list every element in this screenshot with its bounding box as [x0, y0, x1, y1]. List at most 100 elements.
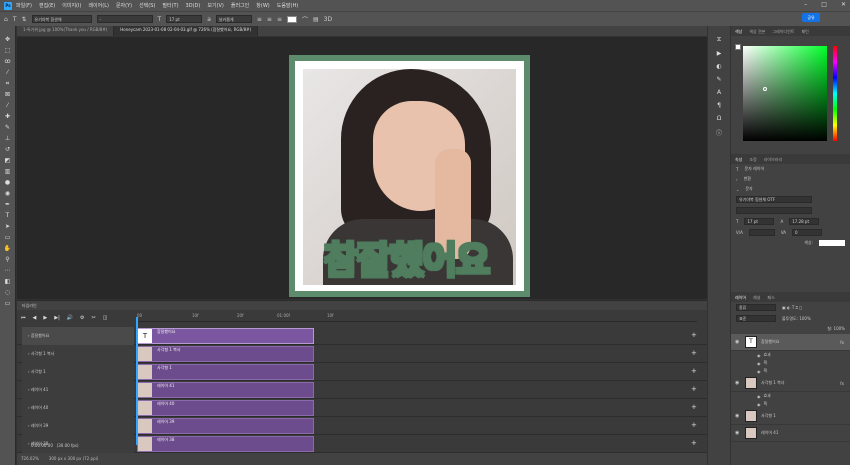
align-right-icon[interactable]: ≡: [277, 16, 282, 23]
blur-tool-icon[interactable]: ●: [3, 179, 12, 187]
align-left-icon[interactable]: ≡: [257, 16, 262, 23]
text-color-swatch[interactable]: [286, 15, 297, 23]
visibility-eye-icon[interactable]: ◉: [757, 394, 761, 399]
shape-tool-icon[interactable]: ▭: [3, 234, 12, 242]
track-label[interactable]: › 레이어 40: [22, 399, 134, 417]
play-actions-icon[interactable]: ▶: [717, 50, 722, 57]
info-icon[interactable]: ⓘ: [716, 128, 722, 137]
settings-icon[interactable]: ⚙: [80, 315, 84, 321]
visibility-eye-icon[interactable]: ◉: [757, 353, 761, 358]
eyedropper-icon[interactable]: ⁄: [3, 102, 12, 110]
menu-item-9[interactable]: 플러그인: [231, 2, 249, 9]
prop-font-style-select[interactable]: [736, 207, 812, 214]
effect-row[interactable]: ◉ 획: [731, 367, 850, 375]
color-field[interactable]: [743, 46, 827, 141]
menu-item-7[interactable]: 3D(D): [186, 3, 201, 9]
fx-icon[interactable]: fx: [840, 381, 844, 386]
track-label[interactable]: › 사각형 1: [22, 363, 134, 381]
history-brush-icon[interactable]: ↺: [3, 146, 12, 154]
type-tool-icon[interactable]: T: [13, 16, 17, 23]
color-swatches-icon[interactable]: ◧: [3, 278, 12, 286]
adjust-icon[interactable]: ◐: [716, 63, 721, 70]
character-section[interactable]: 문자: [745, 186, 752, 192]
fill-field[interactable]: 칠: 100%: [827, 326, 845, 332]
pen-tool-icon[interactable]: ✒: [3, 201, 12, 209]
prop-color-swatch[interactable]: [819, 240, 845, 246]
timeline-track[interactable]: › 레이어 40 레이어 40 +: [17, 399, 707, 417]
3d-icon[interactable]: 3D: [324, 16, 332, 23]
lasso-tool-icon[interactable]: ꝏ: [3, 58, 12, 66]
panel-tab-color_panel-2[interactable]: 그레이디언트: [772, 29, 794, 34]
layer-name[interactable]: 사각형 1 복사: [761, 380, 785, 386]
panel-tab-layers_panel-2[interactable]: 패스: [767, 295, 774, 300]
panel-tab-color_panel-1[interactable]: 색상 견본: [749, 29, 765, 34]
prev-frame-icon[interactable]: ◀: [33, 315, 37, 321]
menu-item-5[interactable]: 선택(S): [139, 2, 155, 9]
fg-bg-colors[interactable]: [735, 44, 741, 50]
layer-row[interactable]: ◉ 레이어 41: [731, 425, 850, 442]
eraser-tool-icon[interactable]: ◩: [3, 157, 12, 165]
effect-row[interactable]: ◉ 획: [731, 359, 850, 367]
quick-mask-icon[interactable]: ◌: [3, 289, 12, 297]
font-size-select[interactable]: 17 pt: [166, 15, 203, 23]
menu-item-10[interactable]: 창(W): [256, 2, 269, 9]
foreground-color[interactable]: [735, 44, 741, 50]
visibility-eye-icon[interactable]: ◉: [735, 339, 741, 345]
path-select-icon[interactable]: ➤: [3, 223, 12, 231]
chevron-right-icon[interactable]: ›: [736, 177, 738, 182]
timeline-track[interactable]: › 레이어 39 레이어 39 +: [17, 417, 707, 435]
chevron-down-icon[interactable]: ⌄: [736, 187, 739, 192]
playhead[interactable]: [136, 317, 138, 445]
panels-icon[interactable]: ▤: [313, 16, 319, 23]
fx-icon[interactable]: fx: [840, 340, 844, 345]
track-label[interactable]: › 참잘했어요: [22, 327, 134, 345]
hue-slider[interactable]: [833, 46, 837, 141]
healing-brush-icon[interactable]: ✚: [3, 113, 12, 121]
add-media-icon[interactable]: +: [691, 349, 697, 357]
add-media-icon[interactable]: +: [691, 331, 697, 339]
prop-font-size[interactable]: 17 pt: [744, 218, 775, 225]
share-button[interactable]: 공유: [802, 13, 820, 22]
screen-mode-icon[interactable]: ▭: [3, 300, 12, 308]
layer-filter-select[interactable]: 종류: [736, 304, 776, 311]
panel-tab-color_panel-0[interactable]: 색상: [735, 29, 742, 34]
dodge-tool-icon[interactable]: ◉: [3, 190, 12, 198]
track-label[interactable]: › 레이어 39: [22, 417, 134, 435]
panel-tab-layers_panel-1[interactable]: 채널: [753, 295, 760, 300]
minimize-icon[interactable]: –: [804, 1, 807, 8]
layer-row[interactable]: ◉ 사각형 1 복사 fx: [731, 375, 850, 392]
move-tool-icon[interactable]: ✥: [3, 36, 12, 44]
hand-tool-icon[interactable]: ✋: [3, 245, 12, 253]
panel-tab-props_panel-2[interactable]: 라이브러리: [764, 157, 782, 162]
font-style-select[interactable]: -: [96, 15, 153, 23]
panel-tab-props_panel-1[interactable]: 조정: [749, 157, 756, 162]
timeline-track[interactable]: › 사각형 1 사각형 1 +: [17, 363, 707, 381]
visibility-eye-icon[interactable]: ◉: [735, 430, 741, 436]
transition-icon[interactable]: ◫: [103, 315, 108, 321]
document-canvas[interactable]: 참잘했어요: [289, 55, 530, 297]
track-label[interactable]: › 사각형 1 복사: [22, 345, 134, 363]
first-frame-icon[interactable]: ⏮: [21, 315, 26, 321]
time-ruler[interactable]: 00 10f 20f 01:00f 10f: [137, 312, 697, 322]
tab-document-2[interactable]: Honeycam 2023-01-08 02-04-03.gif @ 726% …: [114, 26, 259, 36]
timeline-track[interactable]: › 레이어 41 레이어 41 +: [17, 381, 707, 399]
opacity-field[interactable]: 불투명도: 100%: [782, 316, 811, 322]
prop-font-select[interactable]: 유기야복 힘샌체 OTF: [736, 196, 812, 203]
font-family-select[interactable]: 유기야복 힘샌체: [31, 15, 92, 23]
effect-row[interactable]: ◉ 효과: [731, 351, 850, 359]
align-center-icon[interactable]: ≡: [267, 16, 272, 23]
zoom-level[interactable]: 726.02%: [21, 456, 39, 462]
brush-settings-icon[interactable]: ✎: [716, 76, 721, 83]
glyphs-icon[interactable]: Ω: [717, 115, 722, 122]
antialias-select[interactable]: 날카롭게: [215, 15, 252, 23]
effect-row[interactable]: ◉ 획: [731, 400, 850, 408]
menu-item-1[interactable]: 편집(E): [39, 2, 55, 9]
track-label[interactable]: › 레이어 41: [22, 381, 134, 399]
tab-document-1[interactable]: 1-특가위.jpg @ 100%(Thank you / RGB/8#): [17, 26, 115, 36]
home-icon[interactable]: ⌂: [4, 16, 8, 23]
play-icon[interactable]: ▶: [43, 315, 47, 321]
menu-item-6[interactable]: 필터(T): [162, 2, 178, 9]
visibility-eye-icon[interactable]: ◉: [735, 380, 741, 386]
menu-item-2[interactable]: 이미지(I): [62, 2, 81, 9]
gradient-tool-icon[interactable]: ▥: [3, 168, 12, 176]
